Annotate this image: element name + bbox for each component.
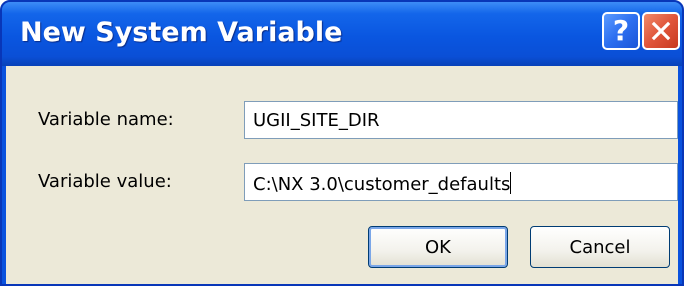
help-icon: ? bbox=[612, 14, 630, 47]
variable-name-label: Variable name: bbox=[38, 109, 174, 130]
close-icon bbox=[651, 21, 671, 41]
dialog-title: New System Variable bbox=[20, 17, 343, 48]
variable-name-input[interactable]: UGII_SITE_DIR bbox=[244, 101, 678, 139]
title-bar[interactable]: New System Variable ? bbox=[2, 2, 682, 66]
dialog-window: New System Variable ? Variable name: UGI… bbox=[0, 0, 684, 286]
variable-name-value: UGII_SITE_DIR bbox=[253, 110, 380, 131]
cancel-button[interactable]: Cancel bbox=[530, 226, 670, 268]
text-cursor bbox=[510, 172, 512, 194]
variable-value-input[interactable]: C:\NX 3.0\customer_defaults bbox=[244, 163, 678, 201]
variable-value-value: C:\NX 3.0\customer_defaults bbox=[253, 174, 511, 195]
dialog-content: Variable name: UGII_SITE_DIR Variable va… bbox=[6, 66, 678, 284]
variable-value-label: Variable value: bbox=[38, 171, 172, 192]
ok-button[interactable]: OK bbox=[368, 226, 508, 268]
close-button[interactable] bbox=[642, 12, 680, 50]
help-button[interactable]: ? bbox=[602, 12, 640, 50]
